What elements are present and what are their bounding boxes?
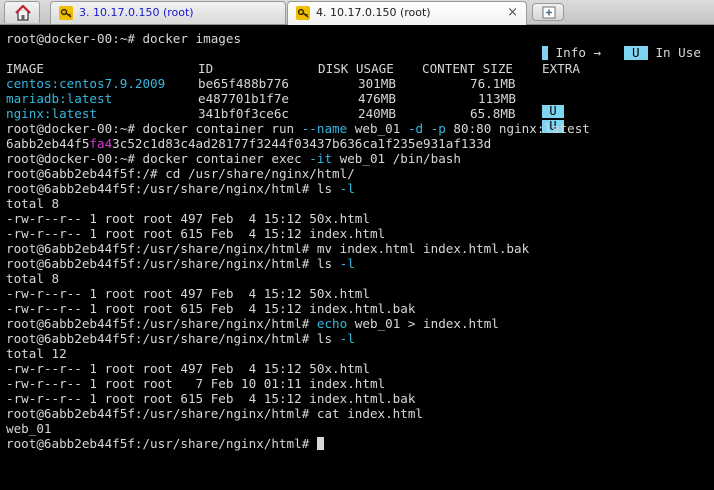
command-line: root@docker-00:~# docker container exec … [6,151,461,166]
tab-session-4[interactable]: 4. 10.17.0.150 (root) × [287,1,527,25]
images-header: IMAGE ID DISK USAGE CONTENT SIZE EXTRA [6,61,590,76]
command-line: root@6abb2eb44f5f:/usr/share/nginx/html#… [6,406,424,421]
output-line: total 12 [6,346,67,361]
image-name: nginx:latest [6,106,97,121]
command-line: root@6abb2eb44f5f:/usr/share/nginx/html#… [6,316,499,331]
header-id: ID [198,61,214,76]
output-line: -rw-r--r-- 1 root root 497 Feb 4 15:12 5… [6,361,370,376]
header-extra: EXTRA [542,61,580,76]
output-line: -rw-r--r-- 1 root root 7 Feb 10 01:11 in… [6,376,386,391]
image-content-size: 65.8MB [470,106,516,121]
close-tab-icon[interactable]: × [507,2,518,23]
image-name: mariadb:latest [6,91,113,106]
output-line: web_01 [6,421,52,436]
command-line: root@6abb2eb44f5f:/# cd /usr/share/nginx… [6,166,355,181]
image-content-size: 113MB [478,91,516,106]
header-disk-usage: DISK USAGE [318,61,394,76]
new-tab-button[interactable] [532,3,564,21]
terminal-app-window: 3. 10.17.0.150 (root) 4. 10.17.0.150 (ro… [0,0,714,490]
image-disk: 476MB [358,91,396,106]
image-content-size: 76.1MB [470,76,516,91]
command-line: root@docker-00:~# docker container run -… [6,121,590,136]
new-tab-icon [542,6,556,19]
terminal-lines: root@docker-00:~# docker images IMAGE ID… [6,31,590,451]
key-icon [296,6,310,20]
image-row: mariadb:latest e487701b1f7e 476MB 113MB [6,91,590,106]
home-button[interactable] [4,1,40,23]
image-id: be65f488b776 [198,76,289,91]
image-id: 341bf0f3ce6c [198,106,289,121]
output-line: -rw-r--r-- 1 root root 497 Feb 4 15:12 5… [6,211,370,226]
header-image: IMAGE [6,61,44,76]
key-icon [59,6,73,20]
output-line: -rw-r--r-- 1 root root 497 Feb 4 15:12 5… [6,286,370,301]
image-row: centos:centos7.9.2009 be65f488b776 301MB… [6,76,590,91]
command-line: root@docker-00:~# docker images [6,31,242,46]
image-id: e487701b1f7e [198,91,289,106]
tab-label: 3. 10.17.0.150 (root) [79,6,194,19]
output-line: -rw-r--r-- 1 root root 615 Feb 4 15:12 i… [6,226,386,241]
image-disk: 301MB [358,76,396,91]
text-cursor [316,437,324,450]
header-content-size: CONTENT SIZE [422,61,513,76]
output-line: -rw-r--r-- 1 root root 615 Feb 4 15:12 i… [6,391,416,406]
output-line: -rw-r--r-- 1 root root 615 Feb 4 15:12 i… [6,301,416,316]
tab-bar: 3. 10.17.0.150 (root) 4. 10.17.0.150 (ro… [0,0,714,25]
command-line: root@6abb2eb44f5f:/usr/share/nginx/html#… [6,256,355,271]
tab-session-3[interactable]: 3. 10.17.0.150 (root) [50,1,286,24]
command-line: root@6abb2eb44f5f:/usr/share/nginx/html#… [6,241,530,256]
tab-label: 4. 10.17.0.150 (root) [316,6,431,19]
terminal-output[interactable]: Info → U In Use U U root@docker-00:~# do… [0,25,714,490]
home-icon [15,4,31,21]
legend-in-use: In Use [655,45,701,60]
image-disk: 240MB [358,106,396,121]
legend-in-use-badge: U [623,46,648,60]
image-name: centos:centos7.9.2009 [6,76,166,91]
command-line: root@6abb2eb44f5f:/usr/share/nginx/html#… [6,331,355,346]
output-line: total 8 [6,271,60,286]
image-row: nginx:latest 341bf0f3ce6c 240MB 65.8MB [6,106,590,121]
prompt-line: root@6abb2eb44f5f:/usr/share/nginx/html# [6,436,590,451]
container-hash: 6abb2eb44f5fa43c52c1d83c4ad28177f3244f03… [6,136,492,151]
output-line: total 8 [6,196,60,211]
command-line: root@6abb2eb44f5f:/usr/share/nginx/html#… [6,181,355,196]
